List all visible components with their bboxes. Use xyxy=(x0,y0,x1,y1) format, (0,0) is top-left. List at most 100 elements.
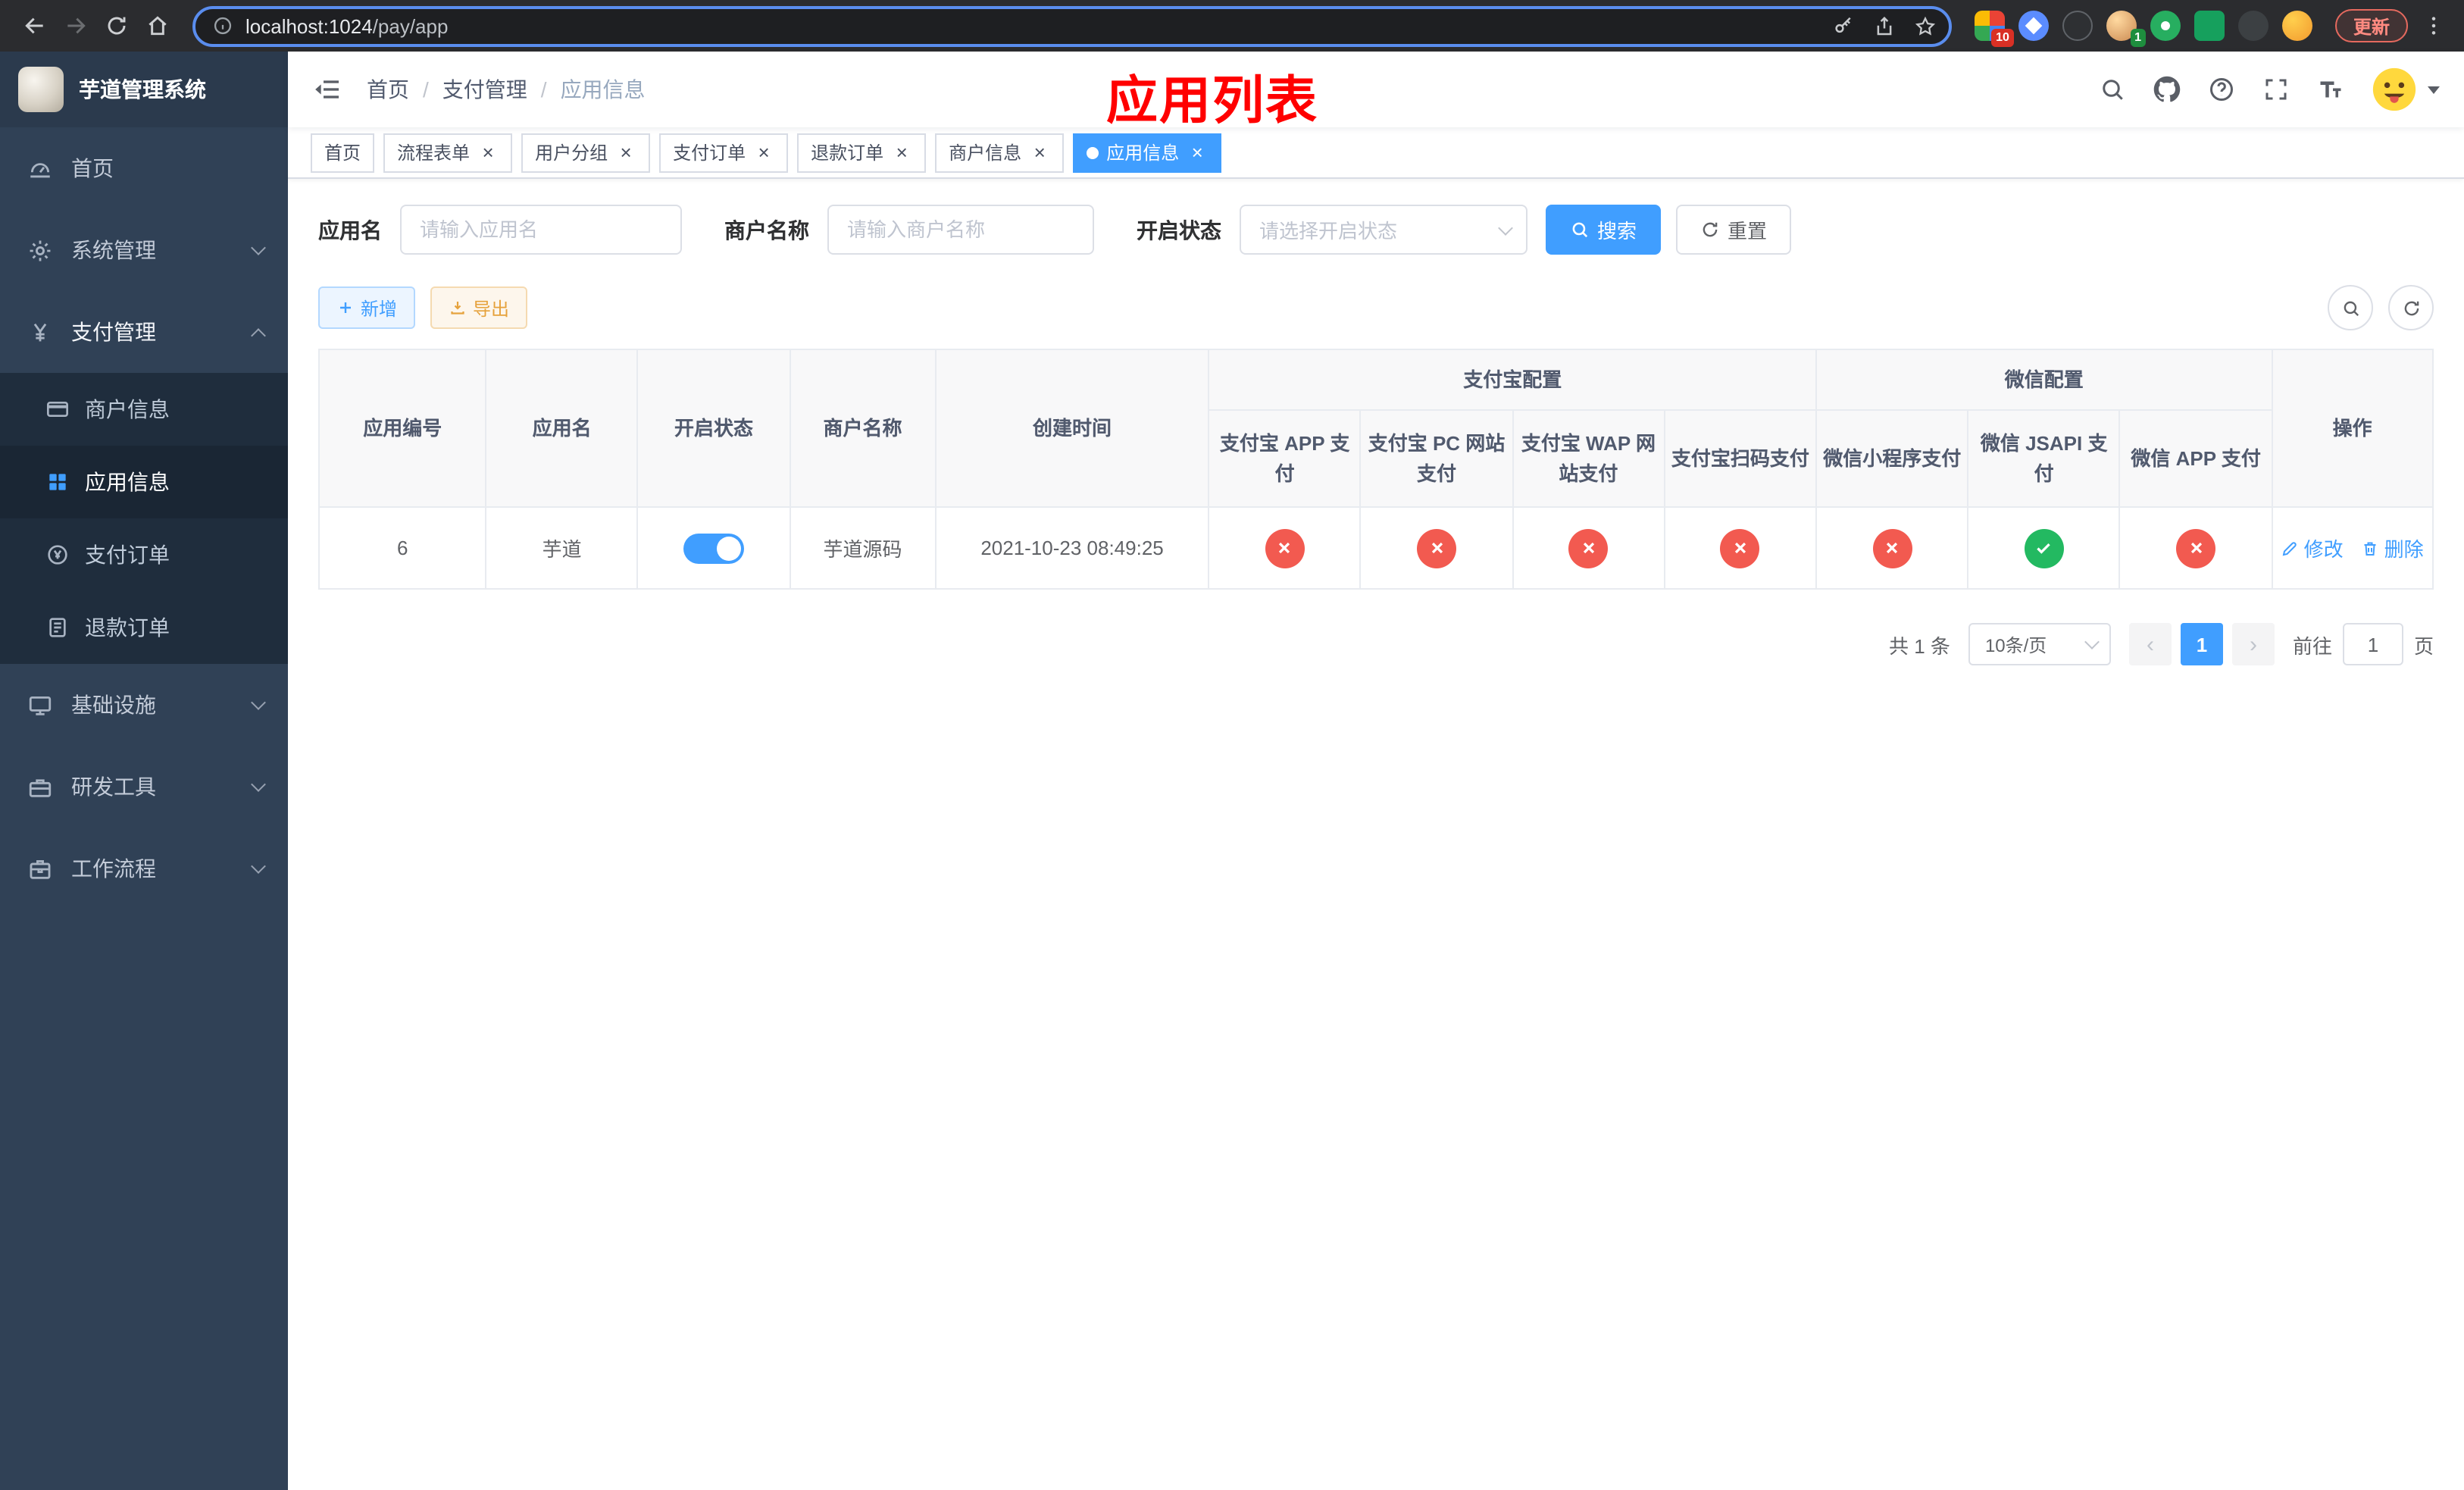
browser-profile-icon[interactable] xyxy=(2281,11,2312,41)
sidebar-item-pay-order[interactable]: 支付订单 xyxy=(0,518,288,591)
browser-extension-icon[interactable] xyxy=(2237,11,2269,41)
table-tools xyxy=(2328,285,2434,330)
browser-reload-icon[interactable] xyxy=(97,7,135,45)
sidebar-item-system[interactable]: 系统管理 xyxy=(0,209,288,291)
tab-label: 用户分组 xyxy=(535,142,608,164)
breadcrumb-home[interactable]: 首页 xyxy=(367,74,409,105)
col-header-app-name: 应用名 xyxy=(485,349,639,508)
tab-pay-order[interactable]: 支付订单 × xyxy=(659,133,789,172)
search-button[interactable]: 搜索 xyxy=(1546,205,1662,255)
sidebar-item-workflow[interactable]: 工作流程 xyxy=(0,828,288,909)
credit-card-icon xyxy=(47,402,68,417)
site-info-icon[interactable] xyxy=(212,15,233,36)
wechat-mini-status-icon xyxy=(1872,528,1912,568)
browser-update-button[interactable]: 更新 xyxy=(2334,9,2408,42)
url-host: localhost:1024 xyxy=(245,14,373,37)
tab-close-icon[interactable]: × xyxy=(753,142,774,163)
sidebar-item-app-info[interactable]: 应用信息 xyxy=(0,446,288,518)
user-avatar-menu[interactable] xyxy=(2372,67,2440,112)
tab-close-icon[interactable]: × xyxy=(615,142,636,163)
tab-process-form[interactable]: 流程表单 × xyxy=(383,133,513,172)
sidebar-item-infra[interactable]: 基础设施 xyxy=(0,664,288,746)
tab-refund-order[interactable]: 退款订单 × xyxy=(797,133,927,172)
browser-extension-icon[interactable] xyxy=(2194,11,2225,41)
browser-forward-icon[interactable] xyxy=(56,7,94,45)
chevron-down-icon xyxy=(2084,634,2100,650)
col-header-alipay-qr: 支付宝扫码支付 xyxy=(1663,409,1818,508)
font-size-icon[interactable] xyxy=(2317,76,2344,103)
sidebar-item-payment[interactable]: 支付管理 xyxy=(0,291,288,373)
app-name-input[interactable] xyxy=(400,205,682,255)
address-bar[interactable]: localhost:1024/pay/app xyxy=(192,5,1952,46)
browser-extension-icon[interactable]: 1 xyxy=(2106,11,2146,47)
tab-close-icon[interactable]: × xyxy=(477,142,499,163)
tab-close-icon[interactable]: × xyxy=(891,142,912,163)
tab-app-info[interactable]: 应用信息 × xyxy=(1073,133,1222,172)
help-icon[interactable] xyxy=(2208,76,2235,103)
status-toggle[interactable] xyxy=(683,533,745,563)
browser-menu-icon[interactable] xyxy=(2419,14,2449,38)
browser-extension-icon[interactable] xyxy=(2062,11,2093,41)
app-title: 芋道管理系统 xyxy=(79,77,206,102)
cell-wx-app xyxy=(2118,506,2273,590)
page-size-select[interactable]: 10条/页 xyxy=(1968,623,2111,665)
delete-link[interactable]: 删除 xyxy=(2362,534,2424,562)
sidebar-item-label: 研发工具 xyxy=(71,775,156,799)
add-button[interactable]: 新增 xyxy=(318,286,416,329)
sidebar-item-label: 商户信息 xyxy=(85,397,170,421)
export-button[interactable]: 导出 xyxy=(430,286,528,329)
header-actions xyxy=(2099,67,2440,112)
hamburger-icon[interactable] xyxy=(312,74,342,105)
omnibox-actions xyxy=(1832,14,1937,37)
tab-user-group[interactable]: 用户分组 × xyxy=(521,133,651,172)
fullscreen-icon[interactable] xyxy=(2262,76,2290,103)
pagination: 共 1 条 10条/页 ‹ 1 › 前往 页 xyxy=(318,623,2434,665)
sidebar-item-label: 退款订单 xyxy=(85,615,170,640)
gear-icon xyxy=(30,239,51,261)
search-icon xyxy=(2343,300,2359,316)
page-number-button[interactable]: 1 xyxy=(2180,623,2223,665)
share-icon[interactable] xyxy=(1873,14,1896,37)
tab-close-icon[interactable]: × xyxy=(1029,142,1050,163)
toggle-search-button[interactable] xyxy=(2328,285,2373,330)
total-count: 共 1 条 xyxy=(1889,634,1950,657)
sidebar-item-home[interactable]: 首页 xyxy=(0,127,288,209)
sidebar-logo[interactable]: 芋道管理系统 xyxy=(0,52,288,127)
sidebar-item-devtools[interactable]: 研发工具 xyxy=(0,746,288,828)
tab-merchant-info[interactable]: 商户信息 × xyxy=(935,133,1065,172)
status-select[interactable]: 请选择开启状态 xyxy=(1240,205,1527,255)
chevron-down-icon xyxy=(251,777,266,792)
data-table: 应用编号 应用名 开启状态 商户名称 创建时间 支付宝配置 微信配置 操作 支付… xyxy=(317,349,2434,590)
goto-page-input[interactable] xyxy=(2342,623,2403,665)
sidebar-item-label: 应用信息 xyxy=(85,470,170,494)
browser-back-icon[interactable] xyxy=(15,7,53,45)
browser-home-icon[interactable] xyxy=(138,7,176,45)
tab-label: 流程表单 xyxy=(397,142,471,164)
cell-actions: 修改 删除 xyxy=(2271,506,2434,590)
browser-extension-icon[interactable] xyxy=(2150,11,2181,41)
sidebar-item-label: 支付订单 xyxy=(85,543,170,567)
download-icon xyxy=(451,302,464,315)
search-icon[interactable] xyxy=(2099,76,2126,103)
trash-icon xyxy=(2365,541,2377,555)
col-group-wechat: 微信配置 xyxy=(1815,349,2273,411)
tab-close-icon[interactable]: × xyxy=(1187,142,1208,163)
yen-icon xyxy=(33,322,47,341)
edit-link[interactable]: 修改 xyxy=(2281,534,2344,562)
monitor-icon xyxy=(29,695,52,715)
tab-home[interactable]: 首页 xyxy=(311,133,375,172)
page-header: 首页 / 支付管理 / 应用信息 应用列表 xyxy=(288,52,2464,130)
next-page-button[interactable]: › xyxy=(2231,623,2275,665)
prev-page-button[interactable]: ‹ xyxy=(2128,623,2172,665)
password-key-icon[interactable] xyxy=(1832,14,1855,37)
browser-extension-icon[interactable] xyxy=(2018,11,2049,41)
sidebar-item-refund-order[interactable]: 退款订单 xyxy=(0,591,288,664)
breadcrumb-section[interactable]: 支付管理 xyxy=(442,74,527,105)
merchant-name-input[interactable] xyxy=(827,205,1094,255)
refresh-table-button[interactable] xyxy=(2388,285,2434,330)
github-icon[interactable] xyxy=(2153,76,2181,103)
reset-button[interactable]: 重置 xyxy=(1676,205,1792,255)
bookmark-star-icon[interactable] xyxy=(1914,14,1937,37)
sidebar-item-merchant-info[interactable]: 商户信息 xyxy=(0,373,288,446)
browser-extension-icon[interactable]: 10 xyxy=(1974,11,2014,47)
